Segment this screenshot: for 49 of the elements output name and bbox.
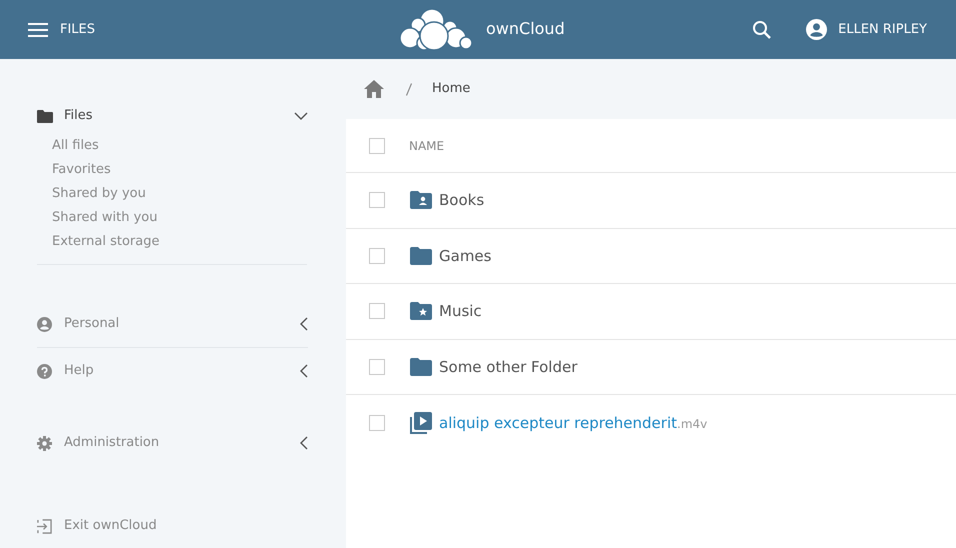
search-icon [752, 20, 772, 40]
menu-icon [28, 22, 48, 38]
user-menu-button[interactable]: ELLEN RIPLEY [806, 19, 927, 40]
folder-icon [410, 358, 432, 376]
breadcrumb-separator-icon [406, 82, 412, 96]
folder-icon [37, 110, 53, 122]
checkbox[interactable] [369, 358, 385, 375]
search-button[interactable] [752, 20, 772, 40]
file-row[interactable]: Books [346, 173, 956, 228]
file-name[interactable]: Some other Folder [439, 356, 578, 378]
sidebar-link[interactable]: Shared by you [52, 184, 146, 203]
file-row[interactable]: Games [346, 228, 956, 284]
folder-icon [410, 246, 432, 265]
checkbox[interactable] [369, 414, 385, 431]
file-row[interactable]: aliquip excepteur reprehenderit.m4v [346, 395, 956, 450]
home-button[interactable] [364, 80, 384, 98]
starred-folder-icon [410, 302, 432, 320]
sidebar-section-toggle[interactable]: Files [37, 105, 308, 127]
file-name[interactable]: Books [439, 189, 484, 212]
sidebar-link[interactable]: External storage [52, 232, 160, 251]
sidebar-link[interactable]: Favorites [52, 160, 111, 179]
checkbox[interactable] [369, 303, 385, 320]
video-file-icon [410, 412, 432, 434]
menu-button[interactable]: FILES [28, 20, 96, 40]
column-header[interactable]: NAME [409, 136, 444, 154]
user-avatar-icon [806, 19, 828, 40]
checkbox[interactable] [369, 138, 385, 154]
checkbox[interactable] [369, 248, 385, 264]
sidebar-link[interactable]: Shared with you [52, 208, 158, 227]
sidebar-section-toggle[interactable]: Personal [37, 313, 308, 335]
shared-folder-icon [410, 191, 432, 210]
file-row[interactable]: Music [346, 284, 956, 340]
breadcrumb-link[interactable]: Home [432, 79, 470, 99]
exit-icon [37, 518, 52, 534]
file-name[interactable]: Games [439, 244, 492, 267]
sidebar-section-toggle[interactable]: Administration [37, 432, 308, 454]
sidebar-section-toggle[interactable]: Help [37, 360, 308, 382]
checkbox[interactable] [369, 192, 385, 208]
user-icon [37, 316, 52, 332]
file-name[interactable]: Music [439, 300, 482, 322]
exit-button[interactable]: Exit ownCloud [37, 515, 308, 537]
home-icon [364, 80, 384, 98]
help-icon [37, 364, 52, 378]
file-row[interactable]: Some other Folder [346, 340, 956, 395]
gear-icon [37, 436, 52, 450]
file-name[interactable]: aliquip excepteur reprehenderit.m4v [439, 412, 708, 434]
brand-name: ownCloud [486, 18, 565, 40]
sidebar-link[interactable]: All files [52, 136, 99, 155]
cloud-logo-icon [398, 8, 472, 50]
